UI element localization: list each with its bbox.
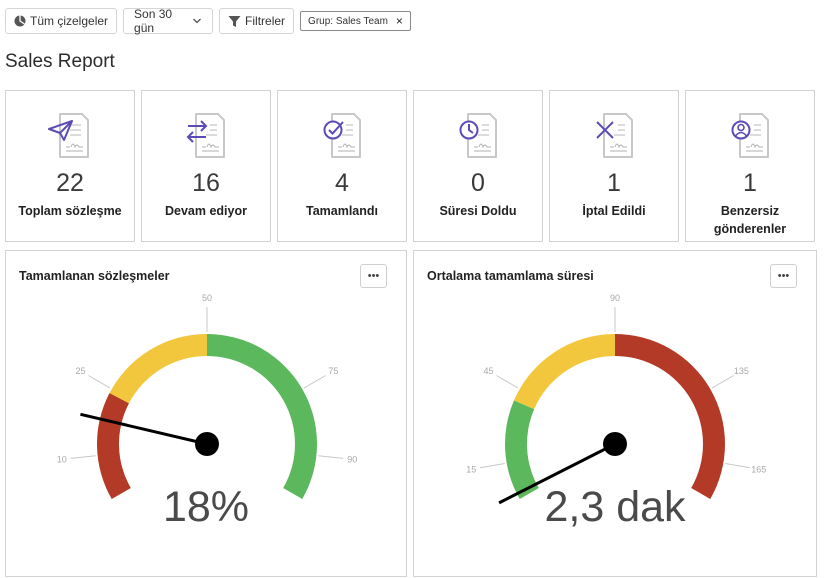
avg-completion-time-panel: Ortalama tamamlama süresi ••• 15 45 90 135 1… bbox=[413, 250, 817, 577]
kpi-label: Devam ediyor bbox=[165, 204, 247, 218]
chevron-down-icon bbox=[192, 14, 202, 28]
kpi-card-expired[interactable]: 0 Süresi Doldu bbox=[413, 90, 543, 242]
filter-chip: Grup: Sales Team × bbox=[300, 11, 411, 31]
gauge-tick-label: 25 bbox=[76, 366, 86, 376]
kpi-card-unique-senders[interactable]: 1 Benzersiz gönderenler bbox=[685, 90, 815, 242]
check-circle-icon bbox=[323, 120, 344, 140]
user-circle-icon bbox=[731, 120, 751, 140]
gauge-band bbox=[207, 334, 317, 499]
gauge-tick-label: 165 bbox=[751, 464, 766, 474]
all-charts-label: Tüm çizelgeler bbox=[30, 14, 109, 28]
gauge-tick-label: 135 bbox=[734, 366, 749, 376]
kpi-label: Tamamlandı bbox=[305, 204, 378, 218]
gauge-tick-label: 45 bbox=[484, 366, 494, 376]
filter-chip-label: Grup: Sales Team bbox=[308, 15, 388, 27]
toolbar: Tüm çizelgeler Son 30 gün Filtreler Grup… bbox=[5, 7, 411, 35]
gauge-tick bbox=[711, 375, 734, 389]
filter-icon bbox=[228, 15, 241, 28]
kpi-card-in-progress[interactable]: 16 Devam ediyor bbox=[141, 90, 271, 242]
page-title: Sales Report bbox=[5, 51, 115, 72]
gauge-needle-hub bbox=[195, 432, 219, 456]
gauge-tick-label: 15 bbox=[466, 464, 476, 474]
document-icon bbox=[186, 113, 225, 158]
all-charts-button[interactable]: Tüm çizelgeler bbox=[5, 8, 118, 34]
gauge-tick bbox=[318, 455, 344, 459]
kpi-row: 22 Toplam sözleşme 16 Devam ediyor 4 Tam bbox=[5, 90, 815, 242]
kpi-value: 22 bbox=[56, 169, 84, 197]
document-icon bbox=[459, 113, 497, 158]
document-icon bbox=[48, 113, 89, 158]
gauge-value: 18% bbox=[162, 483, 250, 531]
document-icon bbox=[323, 113, 361, 158]
completed-contracts-panel: Tamamlanan sözleşmeler ••• 10 25 50 75 90 18… bbox=[5, 250, 407, 577]
gauge-tick bbox=[70, 455, 96, 459]
gauge-needle-hub bbox=[603, 432, 627, 456]
kpi-value: 1 bbox=[743, 169, 757, 197]
pie-chart-icon bbox=[14, 15, 26, 27]
kpi-card-completed[interactable]: 4 Tamamlandı bbox=[277, 90, 407, 242]
filters-button[interactable]: Filtreler bbox=[219, 8, 295, 34]
gauge-band bbox=[615, 334, 725, 499]
gauge-tick bbox=[496, 375, 519, 389]
gauge-tick-label: 90 bbox=[347, 454, 357, 464]
gauge-tick-label: 10 bbox=[57, 454, 67, 464]
gauge-value: 2,3 dak bbox=[544, 483, 686, 531]
kpi-value: 4 bbox=[335, 169, 349, 197]
kpi-value: 16 bbox=[192, 169, 220, 197]
document-icon bbox=[731, 113, 769, 158]
filters-label: Filtreler bbox=[245, 14, 286, 28]
kpi-label: Benzersiz gönderenler bbox=[713, 204, 787, 236]
kpi-label: İptal Edildi bbox=[582, 204, 646, 218]
gauge-tick bbox=[479, 462, 505, 469]
kpi-card-cancelled[interactable]: 1 İptal Edildi bbox=[549, 90, 679, 242]
date-range-dropdown[interactable]: Son 30 gün bbox=[123, 7, 214, 35]
kpi-value: 1 bbox=[607, 169, 621, 197]
gauge-tick bbox=[88, 375, 111, 389]
gauge-band bbox=[513, 334, 615, 410]
kpi-value: 0 bbox=[471, 169, 485, 197]
kpi-label: Süresi Doldu bbox=[439, 204, 517, 218]
gauge-tick-label: 50 bbox=[202, 293, 212, 303]
kpi-label: Toplam sözleşme bbox=[18, 204, 122, 218]
gauge-tick-label: 90 bbox=[610, 293, 620, 303]
gauge-tick-label: 75 bbox=[328, 366, 338, 376]
gauge-band bbox=[109, 334, 207, 404]
document-icon bbox=[596, 113, 633, 158]
close-icon[interactable]: × bbox=[396, 14, 403, 28]
gauge-tick bbox=[725, 462, 751, 469]
kpi-card-total[interactable]: 22 Toplam sözleşme bbox=[5, 90, 135, 242]
date-range-label: Son 30 gün bbox=[134, 7, 173, 35]
gauge-tick bbox=[303, 375, 326, 389]
clock-icon bbox=[459, 120, 479, 140]
